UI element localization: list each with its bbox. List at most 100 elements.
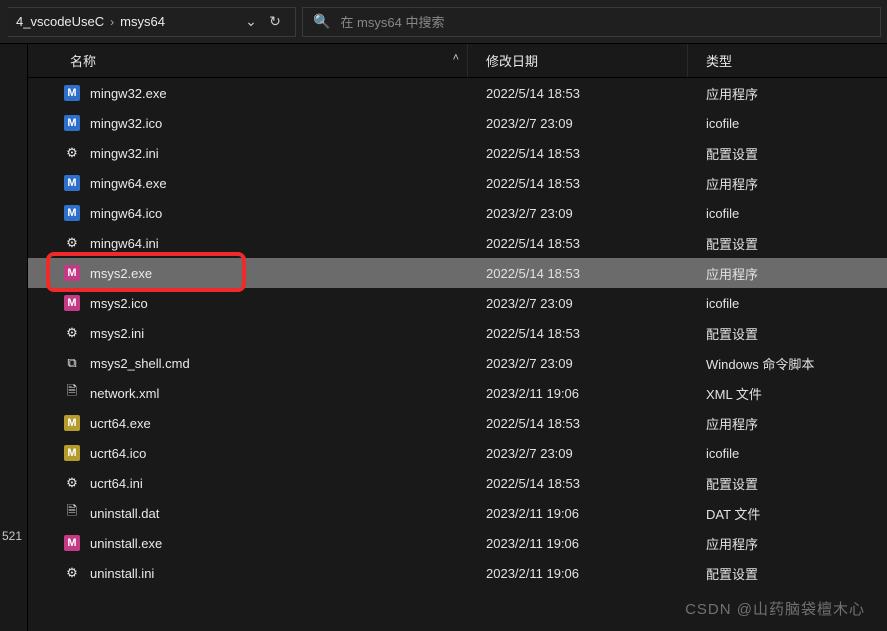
file-type: Windows 命令脚本 bbox=[698, 354, 887, 373]
file-name: uninstall.exe bbox=[90, 536, 478, 551]
file-type: 配置设置 bbox=[698, 324, 887, 343]
file-date: 2023/2/11 19:06 bbox=[478, 536, 698, 551]
file-type: XML 文件 bbox=[698, 384, 887, 403]
search-input[interactable]: 🔍 在 msys64 中搜索 bbox=[302, 7, 881, 37]
settings-file-icon: ⚙ bbox=[64, 475, 80, 491]
file-date: 2022/5/14 18:53 bbox=[478, 146, 698, 161]
file-name: msys2_shell.cmd bbox=[90, 356, 478, 371]
table-row[interactable]: Mmingw64.exe2022/5/14 18:53应用程序 bbox=[28, 168, 887, 198]
file-date: 2023/2/11 19:06 bbox=[478, 566, 698, 581]
file-date: 2022/5/14 18:53 bbox=[478, 416, 698, 431]
file-type: icofile bbox=[698, 446, 887, 461]
file-date: 2022/5/14 18:53 bbox=[478, 86, 698, 101]
breadcrumb[interactable]: 4_vscodeUseC › msys64 ⌄ ↻ bbox=[8, 7, 296, 37]
breadcrumb-sep-icon: › bbox=[110, 15, 114, 29]
file-name: msys2.exe bbox=[90, 266, 478, 281]
file-type: 应用程序 bbox=[698, 414, 887, 433]
file-name: uninstall.ini bbox=[90, 566, 478, 581]
search-icon: 🔍 bbox=[313, 13, 330, 30]
file-date: 2023/2/7 23:09 bbox=[478, 356, 698, 371]
table-row[interactable]: Muninstall.exe2023/2/11 19:06应用程序 bbox=[28, 528, 887, 558]
file-name: msys2.ico bbox=[90, 296, 478, 311]
file-name: mingw64.exe bbox=[90, 176, 478, 191]
m-logo-icon: M bbox=[64, 445, 80, 461]
column-date[interactable]: 修改日期 bbox=[468, 44, 688, 77]
column-type-label: 类型 bbox=[706, 51, 732, 70]
file-type: icofile bbox=[698, 206, 887, 221]
file-date: 2022/5/14 18:53 bbox=[478, 236, 698, 251]
file-name: network.xml bbox=[90, 386, 478, 401]
column-name[interactable]: 名称 ˄ bbox=[28, 44, 468, 77]
breadcrumb-current[interactable]: msys64 bbox=[120, 14, 165, 29]
table-row[interactable]: ⚙ ucrt64.ini2022/5/14 18:53配置设置 bbox=[28, 468, 887, 498]
file-date: 2023/2/7 23:09 bbox=[478, 206, 698, 221]
file-type: 应用程序 bbox=[698, 534, 887, 553]
file-type: 配置设置 bbox=[698, 474, 887, 493]
table-row[interactable]: ⚙ mingw64.ini2022/5/14 18:53配置设置 bbox=[28, 228, 887, 258]
m-logo-icon: M bbox=[64, 85, 80, 101]
column-type[interactable]: 类型 bbox=[688, 44, 887, 77]
column-headers: 名称 ˄ 修改日期 类型 bbox=[28, 44, 887, 78]
refresh-icon[interactable]: ↻ bbox=[263, 13, 287, 30]
file-date: 2023/2/7 23:09 bbox=[478, 116, 698, 131]
file-name: mingw32.ini bbox=[90, 146, 478, 161]
settings-file-icon: ⚙ bbox=[64, 145, 80, 161]
file-type: 配置设置 bbox=[698, 234, 887, 253]
table-row[interactable]: 🗎 network.xml2023/2/11 19:06XML 文件 bbox=[28, 378, 887, 408]
m-logo-icon: M bbox=[64, 415, 80, 431]
file-date: 2023/2/7 23:09 bbox=[478, 296, 698, 311]
table-row[interactable]: ⚙msys2.ini2022/5/14 18:53配置设置 bbox=[28, 318, 887, 348]
file-icon: 🗎 bbox=[64, 385, 80, 401]
search-placeholder: 在 msys64 中搜索 bbox=[340, 12, 444, 31]
m-logo-icon: M bbox=[64, 265, 80, 281]
file-list-pane: 名称 ˄ 修改日期 类型 Mmingw32.exe2022/5/14 18:53… bbox=[28, 44, 887, 631]
sort-indicator-icon: ˄ bbox=[453, 52, 459, 64]
file-date: 2022/5/14 18:53 bbox=[478, 176, 698, 191]
settings-file-icon: ⚙ bbox=[64, 565, 80, 581]
file-name: ucrt64.ini bbox=[90, 476, 478, 491]
table-row[interactable]: Mmingw32.exe2022/5/14 18:53应用程序 bbox=[28, 78, 887, 108]
m-logo-icon: M bbox=[64, 205, 80, 221]
m-logo-icon: M bbox=[64, 115, 80, 131]
file-date: 2023/2/11 19:06 bbox=[478, 386, 698, 401]
file-date: 2022/5/14 18:53 bbox=[478, 266, 698, 281]
table-row[interactable]: Mmsys2.ico2023/2/7 23:09icofile bbox=[28, 288, 887, 318]
file-date: 2023/2/11 19:06 bbox=[478, 506, 698, 521]
table-row[interactable]: Mmsys2.exe2022/5/14 18:53应用程序 bbox=[28, 258, 887, 288]
table-row[interactable]: 🗎uninstall.dat2023/2/11 19:06DAT 文件 bbox=[28, 498, 887, 528]
column-name-label: 名称 bbox=[70, 51, 96, 70]
file-name: mingw64.ini bbox=[90, 236, 478, 251]
settings-file-icon: ⚙ bbox=[64, 235, 80, 251]
file-rows: Mmingw32.exe2022/5/14 18:53应用程序Mmingw32.… bbox=[28, 78, 887, 631]
file-name: mingw32.exe bbox=[90, 86, 478, 101]
table-row[interactable]: Mucrt64.exe2022/5/14 18:53应用程序 bbox=[28, 408, 887, 438]
file-type: 应用程序 bbox=[698, 264, 887, 283]
m-logo-icon: M bbox=[64, 295, 80, 311]
m-logo-icon: M bbox=[64, 535, 80, 551]
file-type: 配置设置 bbox=[698, 564, 887, 583]
file-name: ucrt64.exe bbox=[90, 416, 478, 431]
table-row[interactable]: ⧉msys2_shell.cmd2023/2/7 23:09Windows 命令… bbox=[28, 348, 887, 378]
column-date-label: 修改日期 bbox=[486, 51, 538, 70]
sidebar-fragment: 521 bbox=[2, 529, 22, 543]
file-date: 2022/5/14 18:53 bbox=[478, 476, 698, 491]
file-type: 应用程序 bbox=[698, 84, 887, 103]
content-area: 521 名称 ˄ 修改日期 类型 Mmingw32.exe2022/5/14 1… bbox=[0, 44, 887, 631]
file-type: icofile bbox=[698, 296, 887, 311]
chevron-down-icon[interactable]: ⌄ bbox=[239, 13, 263, 30]
toolbar: 4_vscodeUseC › msys64 ⌄ ↻ 🔍 在 msys64 中搜索 bbox=[0, 0, 887, 44]
file-name: msys2.ini bbox=[90, 326, 478, 341]
left-edge: 521 bbox=[0, 44, 28, 631]
table-row[interactable]: ⚙ uninstall.ini2023/2/11 19:06配置设置 bbox=[28, 558, 887, 588]
breadcrumb-prev[interactable]: 4_vscodeUseC bbox=[16, 14, 104, 29]
table-row[interactable]: ⚙ mingw32.ini2022/5/14 18:53配置设置 bbox=[28, 138, 887, 168]
file-name: ucrt64.ico bbox=[90, 446, 478, 461]
file-type: 配置设置 bbox=[698, 144, 887, 163]
file-name: mingw64.ico bbox=[90, 206, 478, 221]
table-row[interactable]: Mucrt64.ico2023/2/7 23:09icofile bbox=[28, 438, 887, 468]
m-logo-icon: M bbox=[64, 175, 80, 191]
file-icon: 🗎 bbox=[64, 505, 80, 521]
file-date: 2022/5/14 18:53 bbox=[478, 326, 698, 341]
table-row[interactable]: Mmingw32.ico2023/2/7 23:09icofile bbox=[28, 108, 887, 138]
table-row[interactable]: Mmingw64.ico2023/2/7 23:09icofile bbox=[28, 198, 887, 228]
